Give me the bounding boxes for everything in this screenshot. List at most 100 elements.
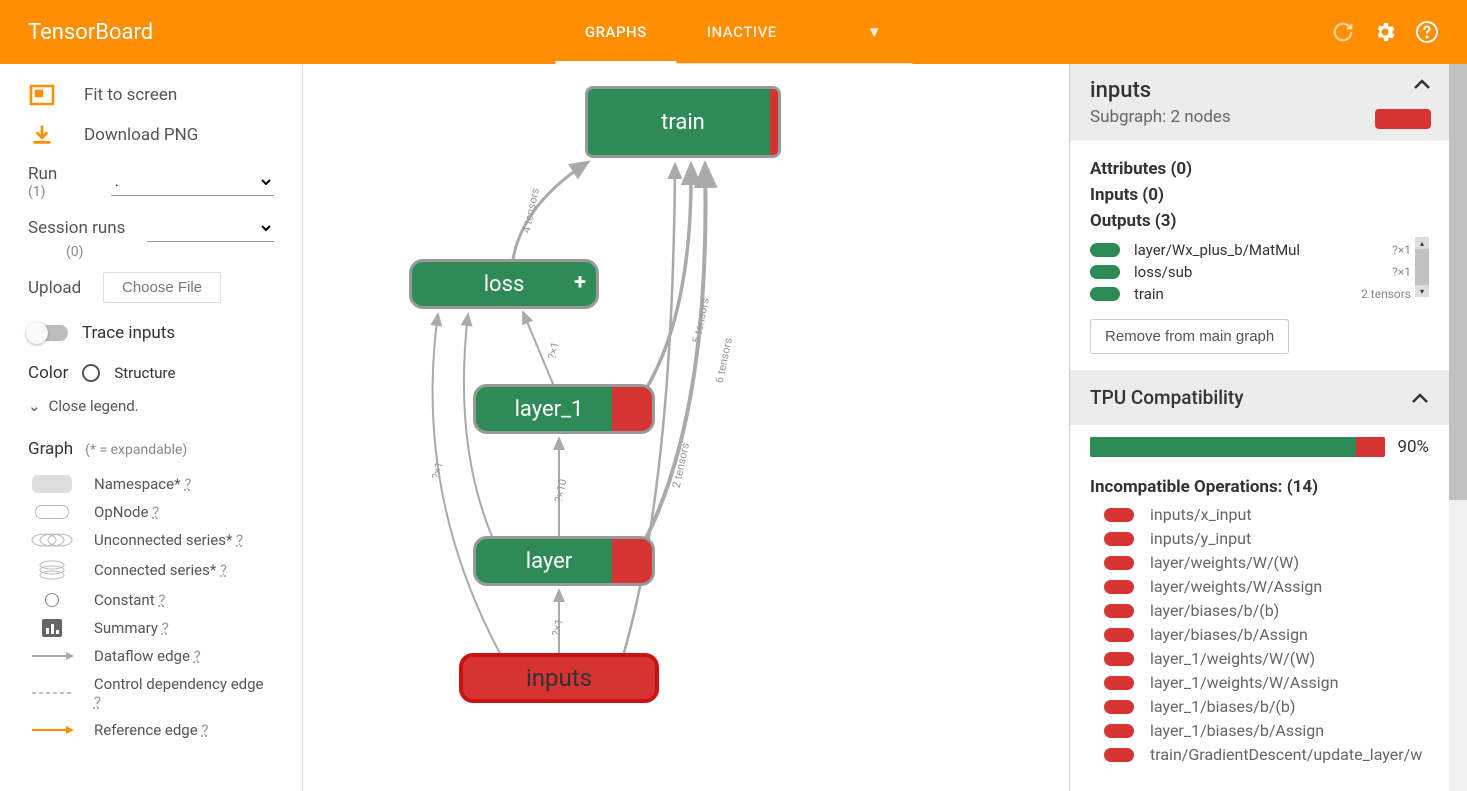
- incompat-pill-icon: [1104, 508, 1134, 522]
- info-title: inputs: [1090, 78, 1231, 103]
- graph-node-layer-1[interactable]: layer_1: [473, 384, 655, 434]
- run-count: (1): [28, 184, 103, 200]
- gear-icon[interactable]: [1373, 20, 1397, 44]
- help-q[interactable]: ?: [201, 721, 208, 739]
- upload-label: Upload: [28, 278, 103, 298]
- download-png-button[interactable]: Download PNG: [28, 124, 274, 146]
- help-q[interactable]: ?: [162, 619, 169, 637]
- run-label: Run: [28, 164, 103, 184]
- edge-label: ?×1: [549, 618, 565, 638]
- tpu-header[interactable]: TPU Compatibility: [1070, 370, 1449, 425]
- scrollbar[interactable]: [1449, 64, 1467, 791]
- legend-namespace: Namespace* ?: [28, 475, 274, 493]
- graph-canvas[interactable]: train loss+ layer_1 layer inputs 4 tenso…: [303, 64, 1069, 791]
- incompat-pill-icon: [1104, 676, 1134, 690]
- legend-unconnected: Unconnected series* ?: [28, 531, 274, 549]
- choose-file-button[interactable]: Choose File: [103, 272, 221, 303]
- session-select[interactable]: [147, 214, 274, 242]
- namespace-icon: [28, 475, 76, 493]
- graph-edges: [303, 64, 1069, 791]
- app-header: TensorBoard GRAPHS INACTIVE ▼: [0, 0, 1467, 64]
- trace-inputs-toggle[interactable]: [28, 325, 68, 341]
- fit-to-screen-button[interactable]: Fit to screen: [28, 84, 274, 106]
- incompat-pill-icon: [1104, 556, 1134, 570]
- incompat-title: Incompatible Operations: (14): [1090, 477, 1429, 497]
- close-legend-label: Close legend.: [49, 397, 139, 415]
- connected-series-icon: [28, 559, 76, 581]
- help-icon[interactable]: [1415, 20, 1439, 44]
- remove-from-graph-button[interactable]: Remove from main graph: [1090, 319, 1289, 354]
- output-pill-icon: [1090, 265, 1120, 279]
- incompat-item[interactable]: layer/weights/W/(W): [1090, 553, 1429, 572]
- legend-summary: Summary ?: [28, 619, 274, 637]
- legend-control: Control dependency edge ?: [28, 675, 274, 711]
- incompat-item[interactable]: layer_1/biases/b/Assign: [1090, 721, 1429, 740]
- incompat-item[interactable]: inputs/x_input: [1090, 505, 1429, 524]
- incompat-pill-icon: [1104, 604, 1134, 618]
- incompat-pill-icon: [1104, 652, 1134, 666]
- outputs-label: Outputs (3): [1090, 211, 1429, 231]
- session-label: Session runs: [28, 218, 125, 238]
- incompat-item[interactable]: layer/biases/b/(b): [1090, 601, 1429, 620]
- opnode-icon: [28, 505, 76, 519]
- incompat-item[interactable]: layer_1/weights/W/Assign: [1090, 673, 1429, 692]
- edge-label: 6 tensors: [713, 337, 735, 384]
- tab-inactive-label: INACTIVE: [707, 23, 777, 41]
- node-color-badge: [1375, 109, 1431, 129]
- refresh-icon[interactable]: [1331, 20, 1355, 44]
- help-q[interactable]: ?: [152, 503, 159, 521]
- help-q[interactable]: ?: [194, 647, 201, 665]
- edge-label: ?×1: [429, 461, 445, 481]
- legend-connected: Connected series* ?: [28, 559, 274, 581]
- help-q[interactable]: ?: [236, 531, 243, 549]
- trace-label: Trace inputs: [82, 323, 175, 343]
- incompat-item[interactable]: inputs/y_input: [1090, 529, 1429, 548]
- help-q[interactable]: ?: [94, 693, 101, 711]
- graph-node-layer[interactable]: layer: [473, 536, 655, 586]
- download-label: Download PNG: [84, 125, 198, 145]
- output-item[interactable]: layer/Wx_plus_b/MatMul?×1: [1090, 241, 1411, 259]
- outputs-scrollbar[interactable]: ▴▾: [1415, 237, 1429, 297]
- chevron-down-icon: ▼: [867, 23, 882, 41]
- help-q[interactable]: ?: [220, 561, 227, 579]
- incompat-item[interactable]: layer_1/weights/W/(W): [1090, 649, 1429, 668]
- session-count: (0): [66, 244, 274, 260]
- tab-graphs[interactable]: GRAPHS: [555, 0, 677, 64]
- graph-node-loss[interactable]: loss+: [409, 259, 599, 309]
- edge-label: 5 tensors: [690, 297, 712, 344]
- legend-opnode: OpNode ?: [28, 503, 274, 521]
- output-item[interactable]: loss/sub?×1: [1090, 263, 1411, 281]
- header-actions: [1331, 20, 1439, 44]
- close-legend-button[interactable]: ⌄ Close legend.: [28, 397, 274, 415]
- edge-label: ?×10: [552, 478, 570, 504]
- graph-node-inputs[interactable]: inputs: [459, 653, 659, 703]
- edge-label: 2 tensors: [670, 442, 692, 489]
- help-q[interactable]: ?: [158, 591, 165, 609]
- incompat-item[interactable]: layer/biases/b/Assign: [1090, 625, 1429, 644]
- output-item[interactable]: train2 tensors: [1090, 285, 1411, 303]
- color-row: Color Structure: [28, 363, 274, 383]
- legend-reference: Reference edge ?: [28, 721, 274, 739]
- incompat-item[interactable]: layer/weights/W/Assign: [1090, 577, 1429, 596]
- incompat-item[interactable]: layer_1/biases/b/(b): [1090, 697, 1429, 716]
- incompat-item[interactable]: train/GradientDescent/update_layer/w: [1090, 745, 1429, 764]
- fit-label: Fit to screen: [84, 85, 177, 105]
- color-structure-radio[interactable]: [82, 364, 100, 382]
- legend-constant: Constant ?: [28, 591, 274, 609]
- dataflow-edge-icon: [28, 650, 76, 662]
- header-tabs: GRAPHS INACTIVE ▼: [555, 0, 912, 64]
- run-select[interactable]: .: [111, 168, 274, 196]
- graph-node-train[interactable]: train: [585, 86, 781, 158]
- info-attributes-section: Attributes (0) Inputs (0) Outputs (3) la…: [1070, 141, 1449, 370]
- edge-label: 4 tensors: [520, 187, 542, 234]
- trace-inputs-row: Trace inputs: [28, 323, 274, 343]
- chevron-down-icon: ⌄: [28, 397, 41, 415]
- summary-icon: [28, 619, 76, 637]
- chevron-up-icon[interactable]: [1413, 78, 1431, 94]
- tab-inactive-dropdown[interactable]: INACTIVE ▼: [677, 0, 912, 64]
- info-header: inputs Subgraph: 2 nodes: [1070, 64, 1449, 141]
- session-runs-row: Session runs: [28, 214, 274, 242]
- reference-edge-icon: [28, 724, 76, 736]
- help-q[interactable]: ?: [184, 475, 191, 493]
- tpu-bar-row: 90%: [1070, 425, 1449, 469]
